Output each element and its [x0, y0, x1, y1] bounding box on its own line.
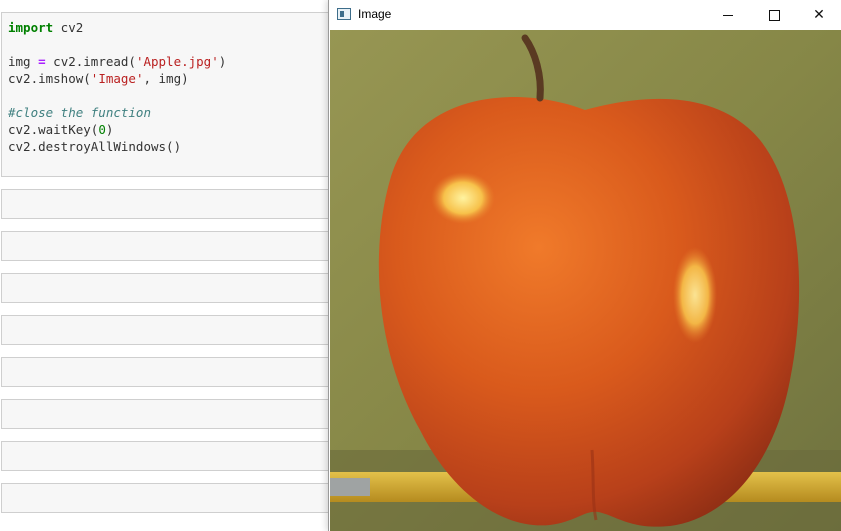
close-icon: ✕ — [813, 7, 825, 23]
maximize-button[interactable] — [751, 0, 797, 30]
image-window[interactable]: Image ✕ — [328, 0, 841, 531]
image-canvas — [330, 30, 841, 531]
code-line: cv2.destroyAllWindows() — [8, 138, 226, 155]
code-token: = — [38, 54, 46, 69]
code-cell[interactable]: import cv2 img = cv2.imread('Apple.jpg') c… — [1, 12, 341, 177]
code-token: 'Image' — [90, 71, 144, 86]
maximize-icon — [768, 9, 780, 21]
code-token: ) — [218, 54, 227, 69]
code-token: cv2.waitKey( — [8, 122, 99, 137]
code-token: ) — [105, 122, 114, 137]
code-token: cv2.imshow( — [8, 71, 91, 86]
code-token: img — [8, 54, 39, 69]
window-title: Image — [358, 7, 392, 21]
code-line: #close the function — [8, 104, 226, 121]
code-token: , img) — [143, 71, 189, 86]
window-titlebar[interactable]: Image ✕ — [329, 0, 841, 30]
apple-image — [330, 30, 841, 531]
code-token: 'Apple.jpg' — [135, 54, 219, 69]
empty-code-cell[interactable] — [1, 441, 341, 471]
code-editor[interactable]: import cv2 img = cv2.imread('Apple.jpg') c… — [8, 19, 226, 155]
close-button[interactable]: ✕ — [796, 0, 841, 30]
empty-code-cell[interactable] — [1, 483, 341, 513]
minimize-button[interactable] — [705, 0, 751, 30]
code-line: img = cv2.imread('Apple.jpg') — [8, 53, 226, 70]
empty-code-cell[interactable] — [1, 357, 341, 387]
code-line: import cv2 — [8, 19, 226, 36]
empty-code-cell[interactable] — [1, 399, 341, 429]
code-token: #close the function — [8, 105, 151, 120]
code-token: 0 — [98, 122, 106, 137]
minimize-icon — [723, 14, 733, 16]
empty-code-cell[interactable] — [1, 189, 341, 219]
empty-code-cell[interactable] — [1, 231, 341, 261]
code-token: cv2.imread( — [45, 54, 136, 69]
empty-code-cell[interactable] — [1, 315, 341, 345]
code-line: cv2.imshow('Image', img) — [8, 70, 226, 87]
window-app-icon — [337, 8, 351, 20]
code-token: import — [8, 20, 54, 35]
code-line: cv2.waitKey(0) — [8, 121, 226, 138]
empty-code-cell[interactable] — [1, 273, 341, 303]
code-token: cv2.destroyAllWindows() — [8, 139, 182, 154]
code-token: cv2 — [53, 20, 84, 35]
